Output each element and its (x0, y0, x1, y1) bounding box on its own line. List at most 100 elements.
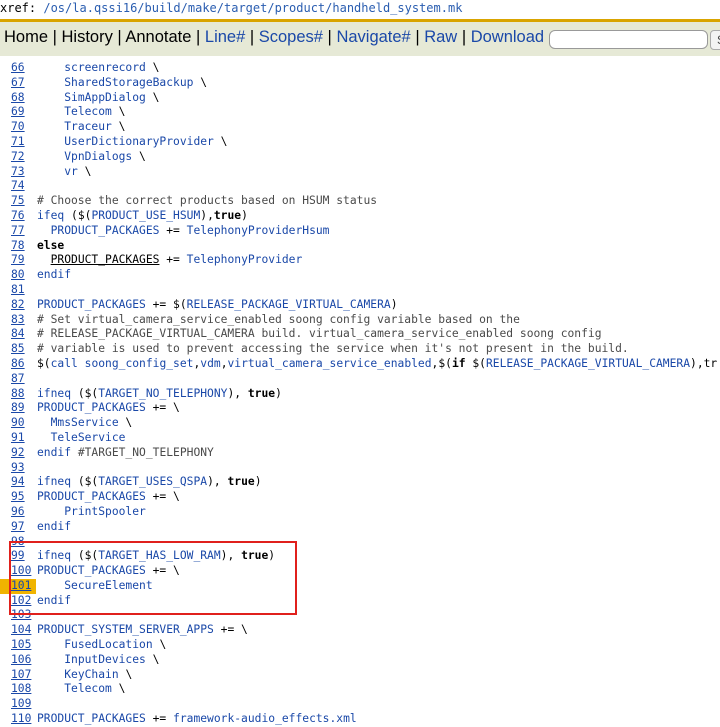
line-number-link[interactable]: 107 (11, 668, 37, 683)
code-line: 96 PrintSpooler (0, 505, 720, 520)
code-line: 66 screenrecord \ (0, 61, 720, 76)
code-line: 86 $(call soong_config_set,vdm,virtual_ca… (0, 357, 720, 372)
line-number-link[interactable]: 110 (11, 712, 37, 727)
code-line: 105 FusedLocation \ (0, 638, 720, 653)
code-text: PRODUCT_PACKAGES += $(RELEASE_PACKAGE_VI… (37, 297, 398, 311)
highlight-annotation-box (9, 541, 297, 615)
line-number-link[interactable]: 109 (11, 697, 37, 712)
code-text: endif (37, 268, 72, 282)
menu-scopes-hash[interactable]: Scopes# (259, 28, 323, 46)
search-input[interactable] (549, 30, 708, 49)
line-number-link[interactable]: 75 (11, 194, 37, 209)
code-line: 93 (0, 461, 720, 476)
code-text: Telecom \ (64, 105, 126, 119)
code-line: 77 PRODUCT_PACKAGES += TelephonyProvider… (0, 224, 720, 239)
line-number-link[interactable]: 105 (11, 638, 37, 653)
xref-path-segment[interactable]: /product (267, 1, 325, 15)
code-text: ifneq ($(TARGET_USES_QSPA), true) (37, 475, 262, 489)
line-number-link[interactable]: 78 (11, 239, 37, 254)
line-number-link[interactable]: 84 (11, 327, 37, 342)
menu-raw[interactable]: Raw (424, 28, 457, 46)
line-number-link[interactable]: 92 (11, 446, 37, 461)
xref-path-segment[interactable]: /make (181, 1, 217, 15)
code-line: 109 (0, 697, 720, 712)
line-number-link[interactable]: 87 (11, 372, 37, 387)
code-line: 84 # RELEASE_PACKAGE_VIRTUAL_CAMERA build… (0, 327, 720, 342)
code-text: VpnDialogs \ (64, 149, 146, 163)
xref-path-segment[interactable]: /build (137, 1, 180, 15)
code-line: 88 ifneq ($(TARGET_NO_TELEPHONY), true) (0, 387, 720, 402)
line-number-link[interactable]: 83 (11, 313, 37, 328)
menu-annotate[interactable]: Annotate (125, 28, 191, 46)
menu-separator: | (245, 28, 259, 46)
code-text: endif #TARGET_NO_TELEPHONY (37, 445, 214, 459)
line-number-link[interactable]: 96 (11, 505, 37, 520)
code-line: 89 PRODUCT_PACKAGES += \ (0, 401, 720, 416)
menu-download[interactable]: Download (471, 28, 544, 46)
code-line: 71 UserDictionaryProvider \ (0, 135, 720, 150)
line-number-link[interactable]: 68 (11, 91, 37, 106)
code-line: 68 SimAppDialog \ (0, 91, 720, 106)
line-number-link[interactable]: 106 (11, 653, 37, 668)
line-number-link[interactable]: 77 (11, 224, 37, 239)
code-line: 106 InputDevices \ (0, 653, 720, 668)
menu-history[interactable]: History (61, 28, 112, 46)
code-line: 90 MmsService \ (0, 416, 720, 431)
line-number-link[interactable]: 79 (11, 253, 37, 268)
line-number-link[interactable]: 93 (11, 461, 37, 476)
line-number-link[interactable]: 88 (11, 387, 37, 402)
line-number-link[interactable]: 74 (11, 179, 37, 194)
line-number-link[interactable]: 91 (11, 431, 37, 446)
menu-home[interactable]: Home (4, 28, 48, 46)
code-line: 97 endif (0, 520, 720, 535)
code-line: 79 PRODUCT_PACKAGES += TelephonyProvider (0, 253, 720, 268)
code-line: 80 endif (0, 268, 720, 283)
source-code-view: 66 screenrecord \ 67 SharedStorageBackup … (0, 61, 720, 727)
code-text: PRODUCT_PACKAGES += TelephonyProviderHsu… (50, 223, 330, 237)
menu-separator: | (457, 28, 471, 46)
line-number-link[interactable]: 89 (11, 401, 37, 416)
line-number-link[interactable]: 67 (11, 76, 37, 91)
line-number-link[interactable]: 80 (11, 268, 37, 283)
menu-separator: | (410, 28, 425, 46)
xref-path-segment[interactable]: /target (217, 1, 268, 15)
code-line: 75 # Choose the correct products based on… (0, 194, 720, 209)
xref-path-segment[interactable]: /handheld_system.mk (325, 1, 462, 15)
code-line: 73 vr \ (0, 165, 720, 180)
code-line: 92 endif #TARGET_NO_TELEPHONY (0, 446, 720, 461)
line-number-link[interactable]: 108 (11, 682, 37, 697)
code-line: 91 TeleService (0, 431, 720, 446)
line-number-link[interactable]: 82 (11, 298, 37, 313)
line-number-link[interactable]: 70 (11, 120, 37, 135)
line-number-link[interactable]: 73 (11, 165, 37, 180)
xref-path-segment[interactable]: /la.qssi16 (65, 1, 137, 15)
line-number-link[interactable]: 81 (11, 283, 37, 298)
code-text: # variable is used to prevent accessing … (37, 342, 629, 356)
line-number-link[interactable]: 66 (11, 61, 37, 76)
xref-path-segment[interactable]: /os (43, 1, 65, 15)
line-number-link[interactable]: 69 (11, 105, 37, 120)
menu-line-hash[interactable]: Line# (205, 28, 245, 46)
line-number-link[interactable]: 85 (11, 342, 37, 357)
toolbar-menu: Home | History | Annotate | Line# | Scop… (4, 28, 544, 47)
line-number-link[interactable]: 104 (11, 623, 37, 638)
code-text: PRODUCT_PACKAGES += \ (37, 401, 180, 415)
code-line: 83 # Set virtual_camera_service_enabled s… (0, 313, 720, 328)
line-number-link[interactable]: 72 (11, 150, 37, 165)
line-number-link[interactable]: 94 (11, 475, 37, 490)
line-number-link[interactable]: 97 (11, 520, 37, 535)
line-number-link[interactable]: 71 (11, 135, 37, 150)
line-number-link[interactable]: 95 (11, 490, 37, 505)
code-line: 104 PRODUCT_SYSTEM_SERVER_APPS += \ (0, 623, 720, 638)
code-text: # Set virtual_camera_service_enabled soo… (37, 312, 520, 326)
code-text: SharedStorageBackup \ (64, 75, 208, 89)
line-number-link[interactable]: 90 (11, 416, 37, 431)
code-text: PrintSpooler (64, 504, 146, 518)
menu-navigate-hash[interactable]: Navigate# (336, 28, 410, 46)
code-text: Traceur \ (64, 120, 126, 134)
line-number-link[interactable]: 76 (11, 209, 37, 224)
code-text: KeyChain \ (64, 667, 133, 681)
search-button[interactable]: S (710, 30, 720, 50)
line-number-link[interactable]: 86 (11, 357, 37, 372)
code-line: 81 (0, 283, 720, 298)
